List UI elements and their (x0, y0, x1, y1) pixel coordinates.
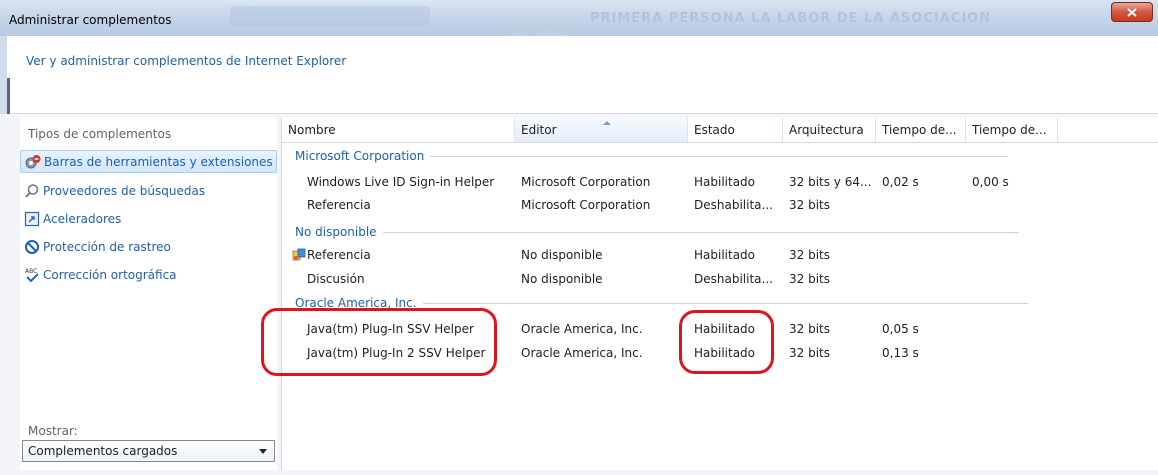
close-button[interactable] (1111, 2, 1153, 22)
cell-name: Java(tm) Plug-In SSV Helper (307, 322, 474, 336)
column-header-status[interactable]: Estado (688, 118, 783, 142)
cell-load-time: 0,05 s (882, 322, 919, 336)
page-heading: Ver y administrar complementos de Intern… (26, 54, 347, 68)
svg-text:ABC: ABC (25, 268, 37, 275)
background-window-blur (230, 6, 430, 26)
show-dropdown[interactable]: Complementos cargados (22, 440, 275, 462)
cell-publisher: No disponible (521, 272, 603, 286)
background-window-text: PRIMERA PERSONA LA LABOR DE LA ASOCIACIO… (590, 11, 992, 26)
cell-name: Discusión (307, 272, 365, 286)
table-row[interactable]: Java(tm) Plug-In SSV Helper Oracle Ameri… (282, 317, 1158, 341)
table-row[interactable]: Discusión No disponible Deshabilita... 3… (282, 267, 1158, 291)
accelerator-icon (24, 211, 40, 227)
column-header-label: Tiempo de... (972, 123, 1047, 137)
sort-ascending-icon (603, 121, 611, 125)
group-header: Oracle America, Inc. (295, 294, 1028, 312)
header-edge-mark (7, 78, 10, 116)
category-search-providers[interactable]: Proveedores de búsquedas (20, 179, 277, 202)
chevron-down-icon (259, 449, 267, 454)
header-area: Ver y administrar complementos de Intern… (0, 36, 1158, 116)
category-label: Corrección ortográfica (43, 267, 177, 282)
column-header-navigation-time[interactable]: Tiempo de... (966, 118, 1058, 142)
addon-types-panel: Tipos de complementos Barras de herramie… (20, 118, 277, 470)
cell-publisher: No disponible (521, 248, 603, 262)
cell-status: Habilitado (694, 346, 756, 360)
block-icon (24, 239, 40, 255)
addon-types-label: Tipos de complementos (28, 127, 172, 141)
cell-architecture: 32 bits (789, 198, 830, 212)
cell-name: Referencia (307, 248, 371, 262)
group-divider (422, 302, 1028, 304)
cell-publisher: Microsoft Corporation (521, 175, 651, 189)
title-bar: Administrar complementos PRIMERA PERSONA… (0, 0, 1158, 39)
cell-load-time: 0,02 s (882, 175, 919, 189)
category-tracking-protection[interactable]: Protección de rastreo (20, 235, 277, 258)
cell-name: Referencia (307, 198, 371, 212)
header-divider (282, 142, 1158, 143)
column-header-name[interactable]: Nombre (282, 118, 515, 142)
group-label: No disponible (295, 225, 377, 239)
cell-status: Habilitado (694, 248, 756, 262)
cell-load-time: 0,13 s (882, 346, 919, 360)
column-header-label: Editor (521, 123, 557, 137)
column-header-label: Tiempo de... (882, 123, 957, 137)
cell-status: Deshabilita... (694, 272, 773, 286)
cell-publisher: Oracle America, Inc. (521, 322, 643, 336)
cell-status: Habilitado (694, 175, 756, 189)
column-header-label: Nombre (288, 123, 336, 137)
table-row[interactable]: Referencia No disponible Habilitado 32 b… (282, 243, 1158, 267)
spellcheck-icon: ABC (24, 267, 40, 283)
cell-publisher: Microsoft Corporation (521, 198, 651, 212)
table-row[interactable]: Java(tm) Plug-In 2 SSV Helper Oracle Ame… (282, 341, 1158, 365)
table-row[interactable]: Referencia Microsoft Corporation Deshabi… (282, 193, 1158, 217)
cell-publisher: Oracle America, Inc. (521, 346, 643, 360)
column-header-label: Arquitectura (789, 123, 864, 137)
table-row[interactable]: Windows Live ID Sign-in Helper Microsoft… (282, 170, 1158, 194)
cell-name: Windows Live ID Sign-in Helper (307, 175, 495, 189)
category-label: Barras de herramientas y extensiones (44, 154, 273, 169)
cell-architecture: 32 bits (789, 322, 830, 336)
column-header-architecture[interactable]: Arquitectura (783, 118, 876, 142)
column-header-label: Estado (694, 123, 735, 137)
cell-name: Java(tm) Plug-In 2 SSV Helper (307, 346, 486, 360)
search-icon (24, 183, 40, 199)
close-icon (1127, 7, 1137, 17)
addon-list: Nombre Editor Estado Arquitectura Tiempo… (281, 118, 1158, 470)
category-label: Aceleradores (43, 211, 122, 226)
group-label: Oracle America, Inc. (295, 296, 417, 310)
cell-architecture: 32 bits y 64... (789, 175, 872, 189)
show-dropdown-value: Complementos cargados (28, 444, 178, 458)
cell-navigation-time: 0,00 s (972, 175, 1009, 189)
category-toolbars-extensions[interactable]: Barras de herramientas y extensiones (20, 150, 277, 173)
cell-status: Deshabilita... (694, 198, 773, 212)
category-accelerators[interactable]: Aceleradores (20, 207, 277, 230)
cell-architecture: 32 bits (789, 346, 830, 360)
window-title: Administrar complementos (9, 13, 172, 27)
column-header-load-time[interactable]: Tiempo de... (876, 118, 966, 142)
category-label: Proveedores de búsquedas (43, 183, 206, 198)
cell-architecture: 32 bits (789, 272, 830, 286)
show-label: Mostrar: (28, 424, 78, 438)
group-header: No disponible (295, 223, 1019, 241)
column-header-publisher[interactable]: Editor (515, 118, 688, 142)
category-spelling[interactable]: ABC Corrección ortográfica (20, 263, 277, 286)
group-header: Microsoft Corporation (295, 147, 1009, 165)
group-divider (430, 155, 1009, 157)
group-label: Microsoft Corporation (295, 149, 425, 163)
gear-icon (25, 154, 41, 170)
cell-status: Habilitado (694, 322, 756, 336)
addon-icon (292, 248, 306, 265)
cell-architecture: 32 bits (789, 248, 830, 262)
category-label: Protección de rastreo (43, 239, 171, 254)
group-divider (382, 231, 1019, 233)
